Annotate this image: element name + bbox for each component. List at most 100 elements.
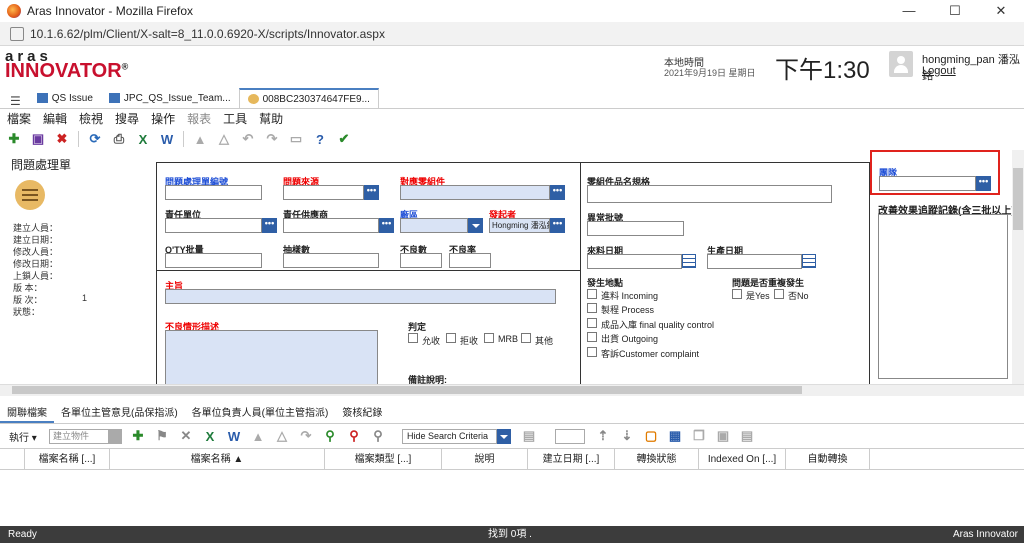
column-header[interactable]: 檔案類型 [...] <box>325 449 442 469</box>
menu-help[interactable]: 幫助 <box>259 110 283 127</box>
page-icon[interactable]: ▤ <box>521 428 537 444</box>
subject-field[interactable] <box>165 289 556 304</box>
plant-dropdown-button[interactable] <box>468 218 483 233</box>
column-header[interactable]: 自動轉換 <box>786 449 870 469</box>
help-icon[interactable]: ? <box>312 131 328 147</box>
hide-search-select[interactable]: Hide Search Criteria <box>402 428 497 444</box>
prod-date-field[interactable] <box>707 254 802 269</box>
undo-icon[interactable]: ↶ <box>240 131 256 147</box>
location-process-checkbox[interactable] <box>587 303 597 313</box>
menu-reports[interactable]: 報表 <box>187 110 211 127</box>
promote-icon[interactable]: ↷ <box>264 131 280 147</box>
team-field[interactable] <box>879 176 976 191</box>
originator-field[interactable]: Hongming 潘泓銘 <box>489 218 550 233</box>
supplier-lookup-button[interactable]: ••• <box>379 218 394 233</box>
tab-current-item[interactable]: 008BC230374647FE9... <box>238 88 379 108</box>
execute-menu[interactable]: 執行 ▾ <box>9 429 49 444</box>
part-field[interactable] <box>400 185 550 200</box>
defect-rate-field[interactable] <box>449 253 491 268</box>
calendar-icon[interactable] <box>802 254 816 268</box>
calendar-icon[interactable] <box>682 254 696 268</box>
pick-icon[interactable]: ⚑ <box>154 428 170 444</box>
recurrence-yes-checkbox[interactable] <box>732 289 742 299</box>
menu-tools[interactable]: 工具 <box>223 110 247 127</box>
word-icon[interactable]: W <box>159 131 175 147</box>
column-header[interactable]: 建立日期 [...] <box>528 449 615 469</box>
column-header[interactable]: Indexed On [...] <box>699 449 786 469</box>
team-lookup-button[interactable]: ••• <box>976 176 991 191</box>
location-fqc-checkbox[interactable] <box>587 318 597 328</box>
copy-icon[interactable]: ❐ <box>691 428 707 444</box>
sort-asc-icon[interactable]: ⇡ <box>595 428 611 444</box>
improvement-field[interactable] <box>878 214 1008 379</box>
search-icon[interactable]: ⚲ <box>322 428 338 444</box>
source-field[interactable] <box>283 185 364 200</box>
paste-icon[interactable]: ▣ <box>715 428 731 444</box>
add-icon[interactable]: ✚ <box>130 428 146 444</box>
judge-accept-checkbox[interactable] <box>408 333 418 343</box>
tab-responsible-persons[interactable]: 各單位負責人員(單位主管指派) <box>185 404 336 423</box>
hamburger-icon[interactable]: ☰ <box>0 94 29 108</box>
plant-select[interactable] <box>400 218 468 233</box>
excel-icon[interactable]: X <box>202 428 218 444</box>
copy-icon[interactable]: ▭ <box>288 131 304 147</box>
tab-team[interactable]: JPC_QS_Issue_Team... <box>101 88 239 108</box>
location-outgoing-checkbox[interactable] <box>587 332 597 342</box>
tab-related-files[interactable]: 關聯檔案 <box>0 404 54 423</box>
qty-lot-field[interactable] <box>165 253 262 268</box>
search-options-icon[interactable]: ⚲ <box>370 428 386 444</box>
supplier-field[interactable] <box>283 218 379 233</box>
word-icon[interactable]: W <box>226 428 242 444</box>
excel-icon[interactable]: X <box>135 131 151 147</box>
promote-icon[interactable]: ↷ <box>298 428 314 444</box>
originator-lookup-button[interactable]: ••• <box>550 218 565 233</box>
menu-search[interactable]: 搜尋 <box>115 110 139 127</box>
tab-manager-opinion[interactable]: 各單位主管意見(品保指派) <box>54 404 185 423</box>
menu-view[interactable]: 檢視 <box>79 110 103 127</box>
issue-no-field[interactable] <box>165 185 262 200</box>
menu-actions[interactable]: 操作 <box>151 110 175 127</box>
logout-link[interactable]: Logout <box>922 65 956 77</box>
location-complaint-checkbox[interactable] <box>587 347 597 357</box>
part-spec-field[interactable] <box>587 185 832 203</box>
column-header[interactable]: 說明 <box>442 449 528 469</box>
abnormal-lot-field[interactable] <box>587 221 684 236</box>
save-icon[interactable]: ▣ <box>30 131 46 147</box>
hide-search-dropdown[interactable] <box>497 428 511 444</box>
tab-qs-issue[interactable]: QS Issue <box>29 88 101 108</box>
judge-other-checkbox[interactable] <box>521 333 531 343</box>
create-item-select[interactable]: 建立物件 <box>49 428 109 444</box>
url-bar[interactable]: 10.1.6.62/plm/Client/X-salt=8_11.0.0.692… <box>0 22 1024 46</box>
close-button[interactable]: ✕ <box>978 0 1024 22</box>
sample-qty-field[interactable] <box>283 253 379 268</box>
print-icon[interactable]: ⎙ <box>111 131 127 147</box>
judge-mrb-checkbox[interactable] <box>484 333 494 343</box>
part-lookup-button[interactable]: ••• <box>550 185 565 200</box>
create-item-dropdown[interactable] <box>109 428 122 444</box>
incoming-date-field[interactable] <box>587 254 682 269</box>
column-header[interactable]: 檔案名稱 [...] <box>25 449 110 469</box>
refresh-icon[interactable]: ⟳ <box>87 131 103 147</box>
column-header[interactable]: 轉換狀態 <box>615 449 699 469</box>
judge-reject-checkbox[interactable] <box>446 333 456 343</box>
lock-icon[interactable]: ▲ <box>250 428 266 444</box>
sort-desc-icon[interactable]: ⇣ <box>619 428 635 444</box>
defect-desc-field[interactable] <box>165 330 378 386</box>
done-icon[interactable]: ✔ <box>336 131 352 147</box>
menu-file[interactable]: 檔案 <box>7 110 31 127</box>
location-incoming-checkbox[interactable] <box>587 289 597 299</box>
minimize-button[interactable]: — <box>886 0 932 22</box>
maximize-button[interactable]: ☐ <box>932 0 978 22</box>
lock-icon[interactable]: ▲ <box>192 131 208 147</box>
remove-icon[interactable]: ✕ <box>178 428 194 444</box>
defect-qty-field[interactable] <box>400 253 442 268</box>
page-input[interactable] <box>555 428 585 444</box>
tab-signoff-history[interactable]: 簽核紀錄 <box>335 404 389 423</box>
unlock-icon[interactable]: △ <box>216 131 232 147</box>
recurrence-no-checkbox[interactable] <box>774 289 784 299</box>
list-icon[interactable]: ▤ <box>739 428 755 444</box>
url-text[interactable]: 10.1.6.62/plm/Client/X-salt=8_11.0.0.692… <box>30 27 385 41</box>
owner-unit-field[interactable] <box>165 218 262 233</box>
unlock-icon[interactable]: △ <box>274 428 290 444</box>
owner-unit-lookup-button[interactable]: ••• <box>262 218 277 233</box>
